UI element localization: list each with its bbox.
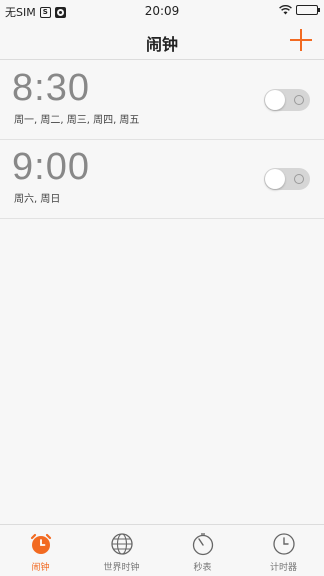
tab-stopwatch-label: 秒表 [193, 563, 212, 573]
alarm-repeat-days: 周一, 周二, 周三, 周四, 周五 [14, 115, 140, 126]
alarm-toggle[interactable] [264, 168, 310, 190]
alarm-row[interactable]: 8:30 周一, 周二, 周三, 周四, 周五 [0, 61, 324, 140]
tab-world-clock[interactable]: 世界时钟 [81, 525, 162, 576]
stopwatch-icon [192, 533, 213, 556]
alarm-clock-icon [30, 533, 51, 554]
alarm-row[interactable]: 9:00 周六, 周日 [0, 140, 324, 219]
tab-stopwatch[interactable]: 秒表 [162, 525, 243, 576]
add-alarm-button[interactable] [290, 29, 312, 51]
tab-timer[interactable]: 计时器 [243, 525, 324, 576]
tab-world-clock-label: 世界时钟 [103, 563, 140, 573]
alarm-list: 8:30 周一, 周二, 周三, 周四, 周五 9:00 周六, 周日 [0, 61, 324, 219]
tab-alarm-label: 闹钟 [31, 563, 50, 573]
timer-icon [272, 533, 295, 555]
bottom-tab-bar: 闹钟 世界时钟 秒表 计时器 [0, 524, 324, 576]
toggle-knob [265, 169, 285, 189]
status-time: 20:09 [144, 4, 180, 18]
tab-timer-label: 计时器 [269, 563, 297, 573]
alarm-toggle[interactable] [264, 89, 310, 111]
toggle-off-indicator-icon [294, 174, 304, 184]
tab-alarm[interactable]: 闹钟 [0, 525, 81, 576]
alarm-time: 8:30 [12, 67, 90, 109]
alarm-app-screen: 无SIM S 20:09 闹钟 8:30 周一, 周二, 周三, 周四, 周五 [0, 0, 324, 576]
status-bar: 无SIM S 20:09 [0, 0, 324, 22]
status-right [279, 5, 320, 15]
wifi-icon [279, 5, 292, 15]
app-header: 闹钟 [0, 22, 324, 60]
alarm-time: 9:00 [12, 146, 90, 188]
toggle-off-indicator-icon [294, 95, 304, 105]
battery-icon [296, 5, 320, 15]
globe-icon [110, 533, 133, 555]
plus-icon-vertical [300, 29, 302, 51]
toggle-knob [265, 90, 285, 110]
alarm-repeat-days: 周六, 周日 [14, 194, 61, 205]
page-title: 闹钟 [145, 35, 178, 54]
